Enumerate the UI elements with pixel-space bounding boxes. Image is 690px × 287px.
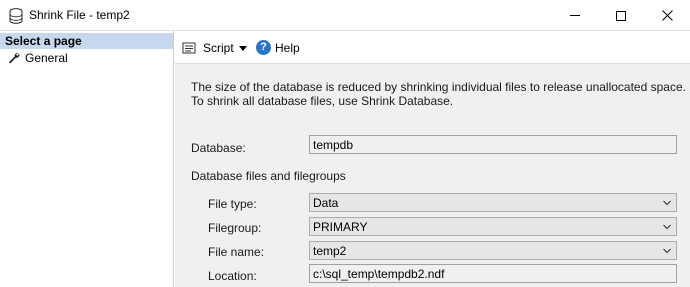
script-dropdown-arrow-icon[interactable]	[239, 46, 247, 51]
database-label: Database:	[191, 141, 246, 155]
select-page-header: Select a page	[0, 33, 173, 49]
maximize-button[interactable]	[598, 0, 644, 31]
file-name-label: File name:	[208, 245, 265, 259]
minimize-button[interactable]	[552, 0, 598, 31]
page-item-label: General	[25, 51, 68, 65]
page-item-general[interactable]: General	[0, 50, 173, 67]
script-button[interactable]: Script	[203, 41, 234, 55]
page-selector-pane: Select a page General	[0, 31, 174, 287]
description-text: The size of the database is reduced by s…	[191, 80, 686, 108]
file-name-value: temp2	[313, 244, 347, 258]
wrench-icon	[9, 53, 20, 64]
file-type-value: Data	[313, 196, 339, 210]
title-bar[interactable]: Shrink File - temp2	[0, 0, 690, 31]
files-section-label: Database files and filegroups	[191, 169, 346, 183]
close-icon	[661, 10, 673, 21]
file-name-select[interactable]: temp2	[309, 241, 677, 260]
filegroup-select[interactable]: PRIMARY	[309, 217, 677, 236]
maximize-icon	[616, 10, 626, 21]
chevron-down-icon	[663, 248, 671, 254]
script-icon[interactable]	[182, 41, 198, 55]
database-icon	[9, 8, 23, 24]
chevron-down-icon	[663, 200, 671, 206]
database-field[interactable]: tempdb	[309, 135, 677, 154]
location-field[interactable]: c:\sql_temp\tempdb2.ndf	[309, 264, 677, 283]
close-button[interactable]	[644, 0, 690, 31]
help-button[interactable]: Help	[275, 41, 300, 55]
file-type-select[interactable]: Data	[309, 193, 677, 212]
help-icon[interactable]: ?	[256, 40, 271, 55]
general-page-content: Script ? Help The size of the database i…	[175, 31, 690, 287]
toolbar: Script ? Help	[175, 31, 690, 64]
window-title: Shrink File - temp2	[29, 8, 130, 22]
file-type-label: File type:	[208, 197, 257, 211]
select-page-header-label: Select a page	[5, 34, 82, 48]
filegroup-label: Filegroup:	[208, 221, 262, 235]
location-label: Location:	[208, 269, 257, 283]
minimize-icon	[570, 15, 580, 16]
shrink-file-window: Shrink File - temp2 Select a page Genera…	[0, 0, 690, 287]
filegroup-value: PRIMARY	[313, 220, 368, 234]
chevron-down-icon	[663, 224, 671, 230]
